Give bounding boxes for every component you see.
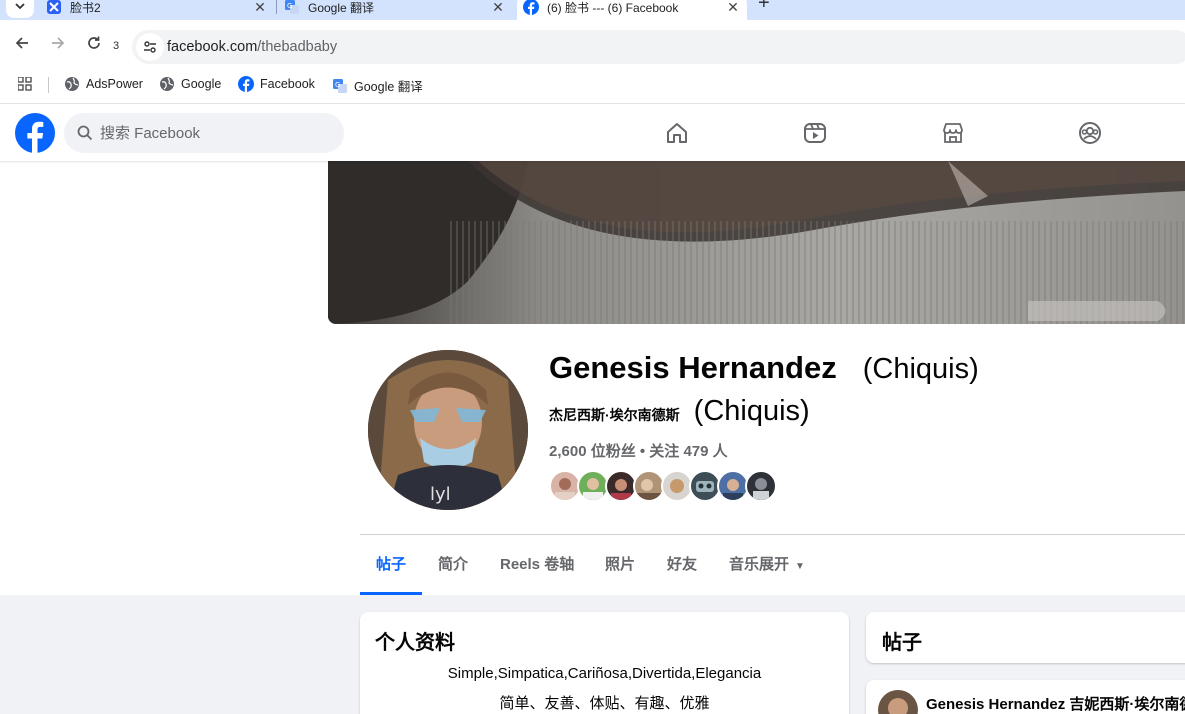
browser-tab-translate[interactable]: G Google 翻译 ✕ xyxy=(284,0,506,20)
tab-search-button[interactable] xyxy=(6,0,34,18)
reload-icon xyxy=(88,36,100,49)
tab-photos[interactable]: 照片 xyxy=(589,535,651,595)
tab-title: 脸书2 xyxy=(70,0,101,15)
groups-icon[interactable] xyxy=(1078,121,1102,145)
bio-line-1: Simple,Simpatica,Cariñosa,Divertida,Eleg… xyxy=(447,665,762,682)
bookmarks-separator xyxy=(48,77,49,93)
posts-title: 帖子 xyxy=(882,632,922,654)
svg-text:G: G xyxy=(335,81,340,89)
profile-tabs: 帖子 简介 Reels 卷轴 照片 好友 音乐展开 ▼ xyxy=(360,535,1185,595)
reload-count-badge: 3 xyxy=(113,40,120,52)
globe-icon xyxy=(160,77,174,91)
translate-icon: G xyxy=(284,0,300,15)
tab-title: (6) 脸书 --- (6) Facebook xyxy=(547,0,679,15)
close-icon[interactable]: ✕ xyxy=(252,0,268,16)
browser-tab-adspower[interactable]: 脸书2 ✕ xyxy=(46,0,268,20)
adspower-icon xyxy=(46,0,62,15)
site-info-button[interactable] xyxy=(136,33,164,61)
left-blank-area xyxy=(0,161,328,595)
facebook-search-box[interactable] xyxy=(64,113,344,153)
tab-reels[interactable]: Reels 卷轴 xyxy=(484,535,590,595)
globe-icon xyxy=(65,77,79,91)
facebook-icon xyxy=(523,0,539,15)
new-tab-button[interactable]: + xyxy=(758,0,770,15)
bookmark-label: AdsPower xyxy=(86,77,143,91)
cover-photo[interactable] xyxy=(328,161,1185,324)
tab-more[interactable]: 音乐展开 ▼ xyxy=(713,535,821,595)
posts-header-card: 帖子 xyxy=(866,612,1185,663)
browser-tab-strip: 脸书2 ✕ G Google 翻译 ✕ (6) 脸书 --- (6) Faceb… xyxy=(0,0,1185,20)
search-input[interactable] xyxy=(100,113,330,153)
profile-avatar[interactable]: lyl xyxy=(364,346,532,514)
back-button[interactable] xyxy=(11,32,33,54)
tune-icon xyxy=(144,41,156,53)
search-icon xyxy=(77,125,93,141)
marketplace-icon[interactable] xyxy=(941,121,965,145)
facebook-icon xyxy=(238,76,254,92)
video-icon[interactable] xyxy=(803,121,827,145)
bookmark-adspower[interactable]: AdsPower xyxy=(64,76,143,92)
close-icon[interactable]: ✕ xyxy=(490,0,506,16)
alt-nickname: (Chiquis) xyxy=(693,395,810,427)
arrow-right-icon xyxy=(52,37,65,49)
bookmark-facebook[interactable]: Facebook xyxy=(238,76,315,92)
tab-friends[interactable]: 好友 xyxy=(651,535,713,595)
translate-icon: G xyxy=(333,78,347,93)
arrow-left-icon xyxy=(15,37,28,49)
bookmarks-bar: AdsPower Google Facebook G Google 翻译 xyxy=(0,66,1185,104)
reload-button[interactable] xyxy=(83,32,105,54)
alt-name-text: 杰尼西斯·埃尔南德斯 xyxy=(549,407,680,423)
facebook-top-bar xyxy=(0,105,1185,161)
post-card: Genesis Hernandez 吉妮西斯·埃尔南德斯 xyxy=(866,680,1185,714)
bookmark-google-translate[interactable]: G Google 翻译 xyxy=(332,76,423,95)
facebook-logo-icon[interactable] xyxy=(15,113,55,158)
home-icon[interactable] xyxy=(665,121,689,145)
bookmark-label: Google 翻译 xyxy=(354,80,423,94)
profile-name-text: Genesis Hernandez xyxy=(549,350,837,385)
browser-toolbar: 3 facebook.com/thebadbaby xyxy=(0,20,1185,66)
intro-title: 个人资料 xyxy=(375,632,455,654)
bookmark-label: Facebook xyxy=(260,77,315,91)
svg-text:lyl: lyl xyxy=(430,484,451,505)
apps-grid-icon[interactable] xyxy=(17,76,32,96)
post-author-name[interactable]: Genesis Hernandez 吉妮西斯·埃尔南德斯 xyxy=(926,693,1185,714)
profile-name: Genesis Hernandez (Chiquis) xyxy=(549,350,979,386)
url-text[interactable]: facebook.com/thebadbaby xyxy=(167,39,337,55)
profile-alternate-name: 杰尼西斯·埃尔南德斯 (Chiquis) xyxy=(549,395,810,428)
close-icon[interactable]: ✕ xyxy=(725,0,741,16)
intro-card: 个人资料 Simple,Simpatica,Cariñosa,Divertida… xyxy=(360,612,849,714)
friend-avatar[interactable] xyxy=(745,470,777,502)
chevron-down-icon xyxy=(15,3,25,10)
bookmark-google[interactable]: Google xyxy=(159,76,221,92)
tab-about[interactable]: 简介 xyxy=(422,535,484,595)
url-path: /thebadbaby xyxy=(257,39,338,55)
caret-down-icon: ▼ xyxy=(795,561,805,572)
address-bar[interactable]: facebook.com/thebadbaby xyxy=(132,30,1185,64)
profile-nickname: (Chiquis) xyxy=(862,353,979,385)
tab-more-label: 音乐展开 xyxy=(729,556,790,573)
tab-separator xyxy=(276,0,277,14)
forward-button[interactable] xyxy=(47,32,69,54)
bookmark-label: Google xyxy=(181,77,222,91)
browser-tab-facebook[interactable]: (6) 脸书 --- (6) Facebook ✕ xyxy=(517,0,747,20)
profile-stats[interactable]: 2,600 位粉丝 • 关注 479 人 xyxy=(549,440,728,461)
bio-line-2: 简单、友善、体贴、有趣、优雅 xyxy=(499,695,710,712)
post-author-avatar[interactable] xyxy=(878,690,918,714)
tab-posts[interactable]: 帖子 xyxy=(360,535,423,595)
url-domain: facebook.com xyxy=(167,39,258,55)
tab-title: Google 翻译 xyxy=(308,0,375,15)
svg-text:G: G xyxy=(287,2,292,10)
